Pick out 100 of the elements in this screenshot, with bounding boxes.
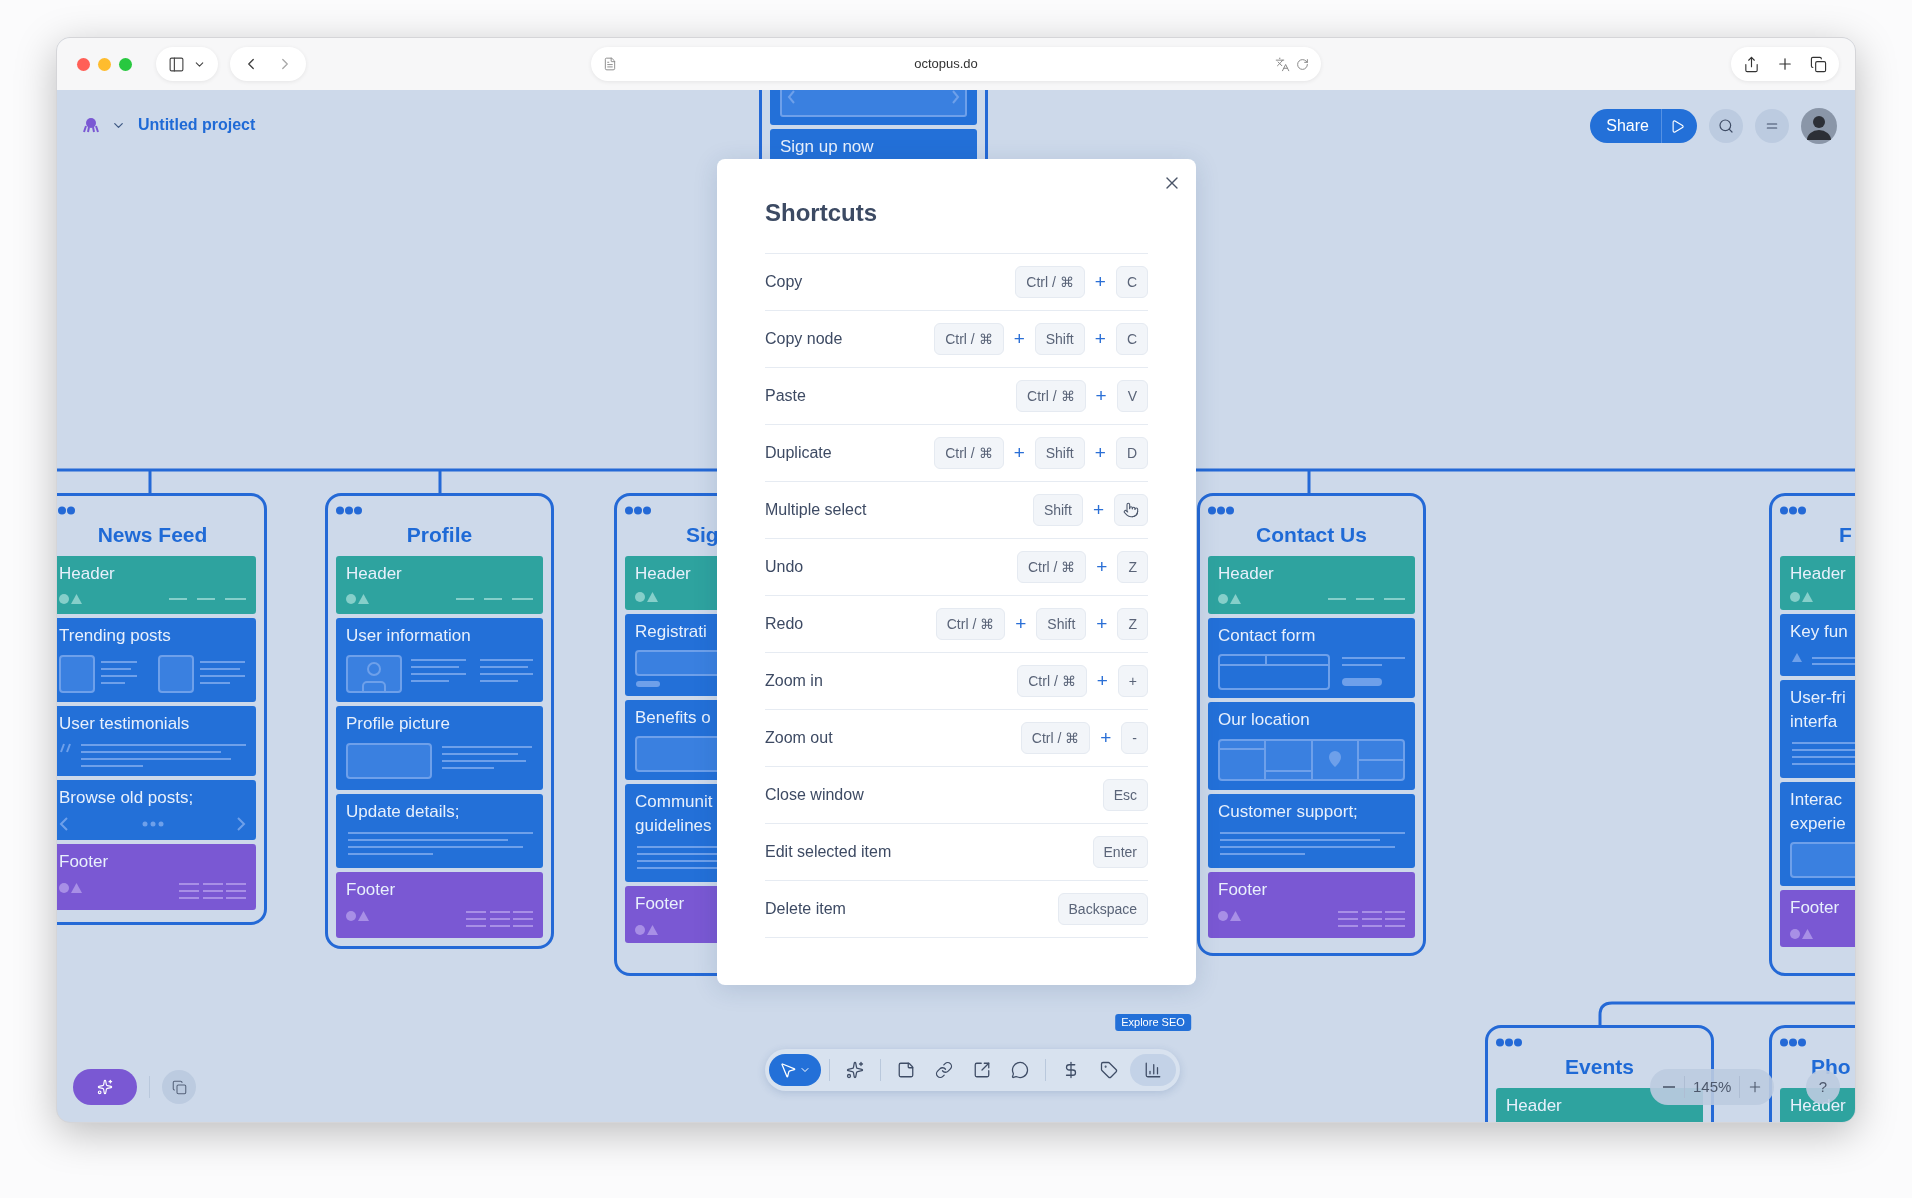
shapes-icon (635, 925, 658, 935)
pointer-icon (779, 1061, 797, 1079)
tooltip: Explore SEO (1115, 1014, 1191, 1031)
section-title: User testimonials (59, 713, 190, 735)
plus-sign: + (1100, 725, 1112, 750)
screen-card[interactable]: News Feed Header Trending posts User testimonials Browse old posts; Footer (57, 493, 267, 925)
translate-icon[interactable] (1275, 56, 1290, 72)
section-title: Key fun (1790, 621, 1848, 643)
wireframe-section[interactable]: Contact form (1208, 618, 1415, 698)
logo-icon[interactable] (83, 117, 99, 133)
plus-sign: + (1096, 668, 1108, 693)
shapes-icon (1790, 592, 1813, 602)
card-title: Sig (686, 522, 719, 548)
wireframe-section[interactable]: Key fun (1780, 614, 1855, 676)
key: Shift (1034, 323, 1085, 355)
screen-card[interactable]: Profile Header User information Profile picture Update details; Footer (325, 493, 554, 949)
plus-sign: + (1092, 497, 1104, 522)
shortcut-label: Undo (765, 557, 805, 577)
wireframe-section[interactable]: Header (1780, 556, 1855, 610)
plus-sign: + (1094, 269, 1106, 294)
section-title: Footer (346, 879, 396, 901)
wireframe-section[interactable]: Footer (1208, 872, 1415, 938)
wireframe-section[interactable]: User information (336, 618, 543, 702)
wireframe-section[interactable]: Footer (336, 872, 543, 938)
plus-sign: + (1095, 383, 1107, 408)
zoom-level[interactable]: 145% (1684, 1075, 1741, 1099)
sidebar-toggle-button[interactable] (156, 47, 218, 81)
address-bar[interactable]: octopus.do (591, 47, 1321, 81)
shortcut-label: Multiple select (765, 500, 868, 520)
new-tab-icon[interactable] (1776, 55, 1794, 73)
plus-sign: + (1015, 611, 1027, 636)
tool-button[interactable] (769, 1054, 821, 1086)
section-title: Header (1218, 563, 1274, 585)
page-icon (603, 57, 617, 71)
dialog-title: Shortcuts (765, 198, 878, 228)
section-title: User information (346, 625, 471, 647)
avatar-icon[interactable] (1801, 108, 1837, 144)
key: Shift (1034, 437, 1085, 469)
plus-sign: + (1096, 611, 1108, 636)
close-window-button[interactable] (77, 57, 90, 71)
wireframe-section[interactable]: Header (336, 556, 543, 614)
duplicate-button[interactable] (162, 1070, 196, 1104)
section-title: Registrati (635, 621, 707, 643)
key: Shift (1032, 494, 1083, 526)
plus-sign: + (1094, 326, 1106, 351)
screen-card[interactable]: F Header Key fun User-fri interfa Interac experie Footer (1769, 493, 1855, 976)
wireframe-section[interactable]: Footer (57, 844, 256, 910)
tool-button[interactable] (1130, 1054, 1176, 1086)
menu-button[interactable] (1755, 109, 1789, 143)
wireframe-section[interactable]: User-fri interfa (1780, 680, 1855, 778)
wireframe-section[interactable]: Profile picture (336, 706, 543, 790)
wireframe-section[interactable]: Trending posts (57, 618, 256, 702)
wireframe-drawing (1790, 842, 1855, 878)
section-title: Footer (635, 893, 685, 915)
section-title: Profile picture (346, 713, 450, 735)
search-button[interactable] (1709, 109, 1743, 143)
shapes-icon (59, 594, 82, 604)
bar-chart-icon (1144, 1061, 1162, 1079)
key: C (1115, 323, 1148, 355)
card-title: Contact Us (1256, 522, 1367, 548)
wireframe-section[interactable]: Customer support; (1208, 794, 1415, 868)
shapes-icon (346, 594, 369, 604)
tabs-icon[interactable] (1810, 55, 1827, 73)
share-icon[interactable] (1743, 55, 1760, 73)
key: C (1115, 266, 1148, 298)
screen-card[interactable]: Contact Us Header Contact form Our location Customer support; Footer (1197, 493, 1426, 956)
present-button[interactable] (1661, 109, 1697, 143)
shapes-icon (59, 883, 82, 893)
wireframe-section[interactable]: Header (1208, 556, 1415, 614)
wireframe-section[interactable]: Interac experie (1780, 782, 1855, 886)
card-title: Events (1565, 1054, 1634, 1080)
share-button[interactable]: Share (1590, 109, 1661, 143)
key: Ctrl / ⌘ (1016, 380, 1086, 412)
plus-sign: + (1094, 440, 1106, 465)
ai-button[interactable] (73, 1069, 137, 1105)
wireframe-section[interactable]: Header (57, 556, 256, 614)
search-icon (1718, 118, 1734, 134)
key: Shift (1036, 608, 1087, 640)
wireframe-section[interactable]: Browse old posts; (57, 780, 256, 840)
dots-icon (1780, 1038, 1806, 1047)
section-title: Communit guidelines (635, 791, 713, 837)
shortcut-label: Copy node (765, 329, 844, 349)
project-name[interactable]: Untitled project (138, 113, 256, 137)
key: Z (1117, 551, 1148, 583)
wireframe-section[interactable]: Footer (1780, 890, 1855, 947)
minus-icon (1663, 1086, 1675, 1088)
reload-icon[interactable] (1296, 57, 1309, 71)
key: Ctrl / ⌘ (1016, 551, 1087, 583)
key: Ctrl / ⌘ (1015, 266, 1085, 298)
link-icon (935, 1061, 953, 1079)
key: Ctrl / ⌘ (1020, 722, 1091, 754)
key: V (1116, 380, 1148, 412)
wireframe-section[interactable]: User testimonials (57, 706, 256, 776)
section-title: Header (1506, 1095, 1562, 1117)
wireframe-section[interactable]: Update details; (336, 794, 543, 868)
section-title: Sign up now (780, 136, 874, 158)
key: - (1121, 722, 1148, 754)
section-title: Header (59, 563, 115, 585)
wireframe-section[interactable]: Our location (1208, 702, 1415, 790)
section-title: User-fri interfa (1790, 687, 1846, 733)
